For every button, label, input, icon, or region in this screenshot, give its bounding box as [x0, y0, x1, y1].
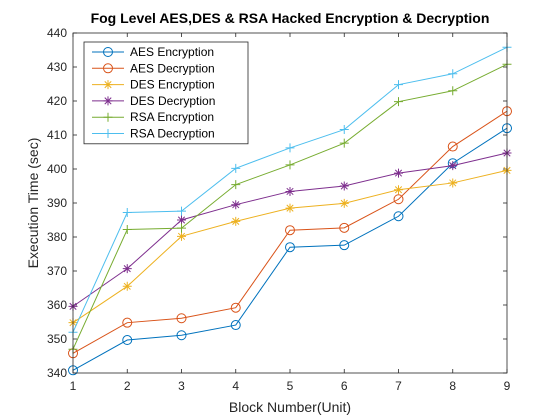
chart-figure: 1 2 3 4 5 6 7 8 9 340 350 360 370 380 390 400 410 420 430…	[0, 0, 560, 420]
y-tick-label: 430	[47, 60, 67, 74]
data-point	[103, 96, 113, 106]
y-tick-label: 410	[47, 128, 67, 142]
data-point	[122, 264, 132, 274]
y-tick-label: 380	[47, 230, 67, 244]
x-tick-label: 2	[124, 379, 131, 393]
y-axis-title: Execution Time (sec)	[25, 138, 41, 269]
y-tick-label: 420	[47, 94, 67, 108]
legend-label: AES Encryption	[130, 45, 214, 59]
x-tick-label: 8	[449, 379, 456, 393]
x-tick-label: 9	[504, 379, 511, 393]
legend-label: DES Encryption	[130, 78, 215, 92]
y-tick-label: 360	[47, 298, 67, 312]
legend: AES Encryption AES Decryption DES Encrypti…	[83, 41, 249, 145]
x-tick-labels: 1 2 3 4 5 6 7 8 9	[70, 379, 511, 393]
x-tick-label: 1	[70, 379, 77, 393]
data-point	[231, 200, 241, 210]
chart-svg: 1 2 3 4 5 6 7 8 9 340 350 360 370 380 390 400 410 420 430…	[25, 10, 512, 415]
data-point	[339, 198, 349, 208]
chart-title: Fog Level AES,DES & RSA Hacked Encryptio…	[91, 10, 490, 26]
data-point	[177, 215, 186, 225]
x-tick-label: 3	[178, 379, 185, 393]
x-axis-title: Block Number(Unit)	[229, 399, 351, 415]
data-point	[177, 231, 186, 241]
x-tick-label: 4	[232, 379, 239, 393]
y-tick-label: 440	[47, 26, 67, 40]
legend-label: AES Decryption	[130, 61, 215, 75]
legend-label: DES Decryption	[130, 94, 215, 108]
data-point	[122, 281, 132, 291]
data-point	[103, 80, 113, 90]
data-point	[285, 186, 295, 196]
y-tick-labels: 340 350 360 370 380 390 400 410 420 430 440	[47, 26, 67, 380]
data-point	[339, 181, 349, 191]
data-point	[394, 185, 403, 195]
y-tick-label: 340	[47, 366, 67, 380]
data-point	[231, 216, 241, 226]
x-tick-label: 5	[287, 379, 294, 393]
data-point	[448, 178, 458, 188]
legend-label: RSA Decryption	[130, 127, 215, 141]
data-point	[285, 203, 295, 213]
y-tick-label: 400	[47, 162, 67, 176]
x-tick-label: 6	[341, 379, 348, 393]
x-tick-label: 7	[395, 379, 402, 393]
data-point	[394, 168, 403, 178]
data-point	[448, 161, 458, 171]
y-tick-label: 390	[47, 196, 67, 210]
y-tick-label: 350	[47, 332, 67, 346]
y-tick-label: 370	[47, 264, 67, 278]
legend-label: RSA Encryption	[130, 110, 214, 124]
